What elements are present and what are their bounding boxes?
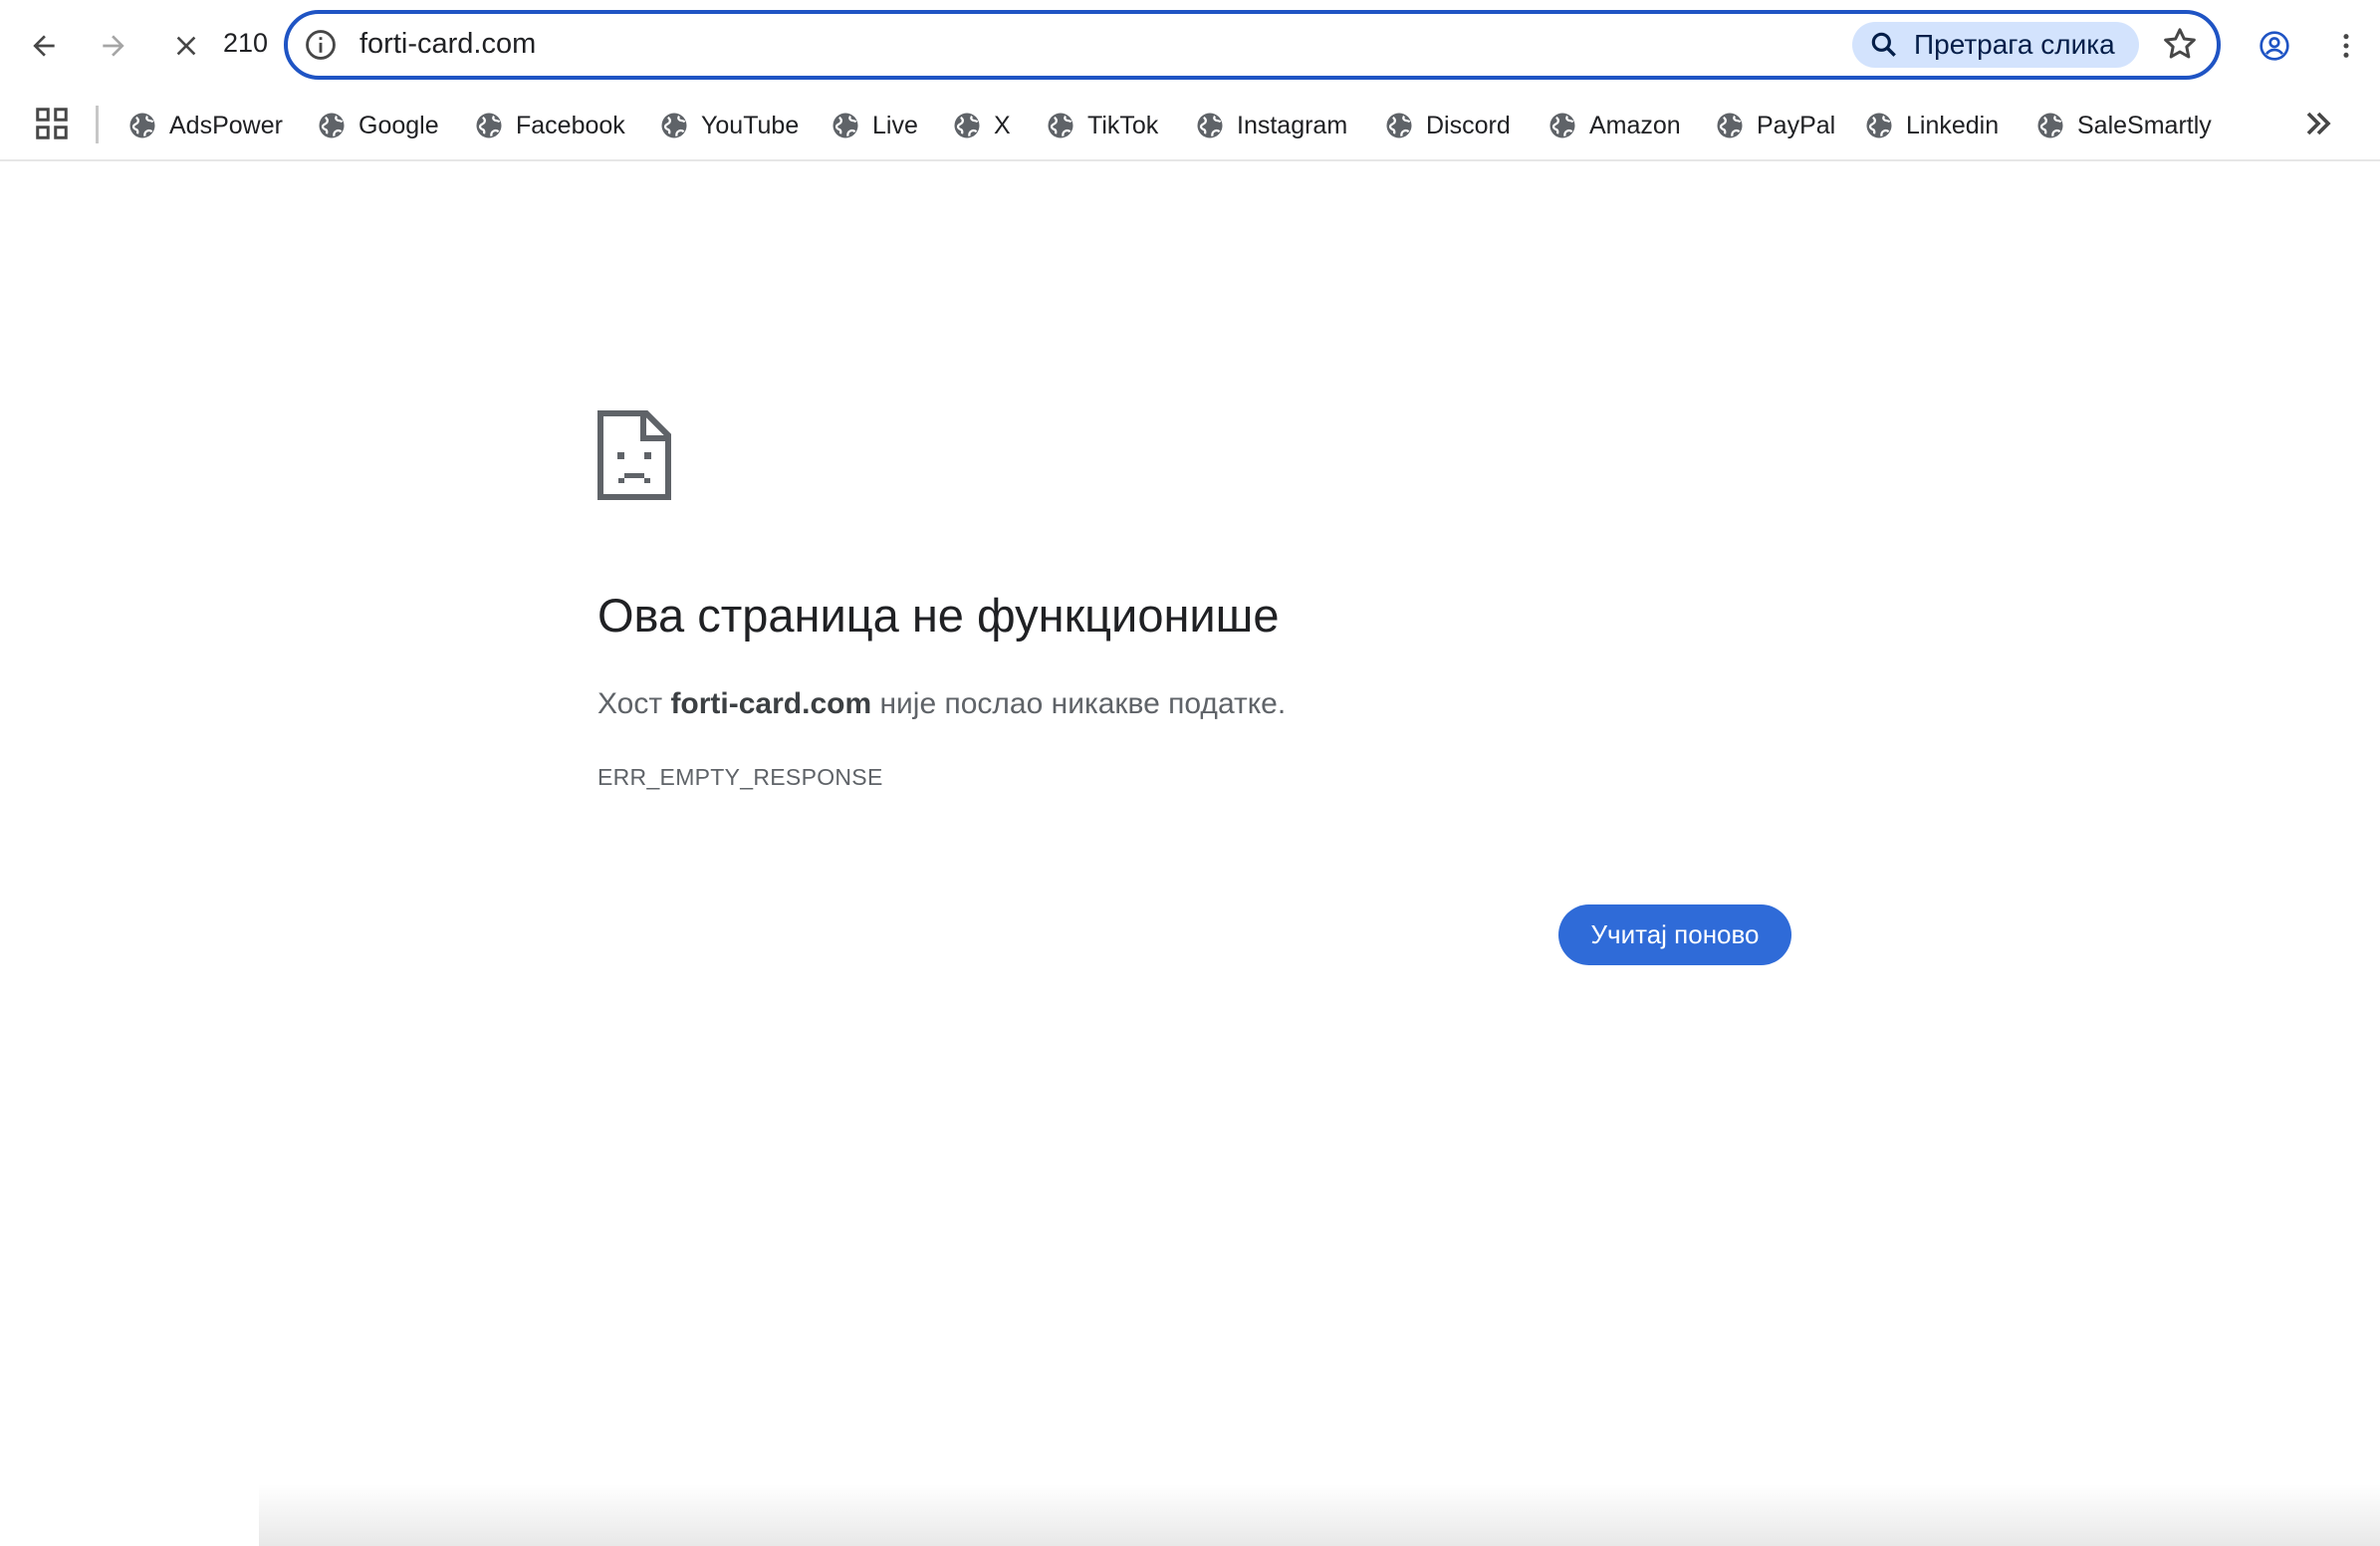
- globe-icon: [661, 113, 687, 138]
- address-bar[interactable]: forti-card.com Претрага слика: [284, 10, 2221, 80]
- bookmark-google[interactable]: Google: [317, 104, 439, 147]
- url-text[interactable]: forti-card.com: [359, 28, 536, 61]
- bookmark-linkedin[interactable]: Linkedin: [1864, 104, 1999, 147]
- image-search-label: Претрага слика: [1914, 29, 2115, 60]
- info-icon[interactable]: [304, 28, 338, 62]
- bookmarks-separator: [96, 106, 99, 143]
- error-host: forti-card.com: [670, 687, 872, 720]
- bookmark-instagram[interactable]: Instagram: [1195, 104, 1347, 147]
- bookmark-tiktok[interactable]: TikTok: [1046, 104, 1158, 147]
- globe-icon: [476, 113, 502, 138]
- sad-page-icon: [597, 410, 671, 500]
- bookmark-x[interactable]: X: [952, 104, 1011, 147]
- bookmark-live[interactable]: Live: [831, 104, 918, 147]
- bookmark-amazon[interactable]: Amazon: [1547, 104, 1681, 147]
- arrow-right-icon: [103, 35, 124, 57]
- globe-icon: [319, 113, 345, 138]
- bookmark-label: Live: [872, 111, 918, 139]
- zoom-level: 210: [223, 28, 269, 58]
- star-icon[interactable]: [2160, 24, 2200, 64]
- bookmark-label: YouTube: [701, 111, 800, 139]
- globe-icon: [129, 113, 155, 138]
- bookmark-label: Linkedin: [1906, 111, 2000, 139]
- bookmark-paypal[interactable]: PayPal: [1715, 104, 1835, 147]
- bookmark-label: AdsPower: [169, 111, 283, 139]
- error-description: Хост forti-card.com није послао никакве …: [597, 687, 1286, 721]
- globe-icon: [1048, 113, 1073, 138]
- account-icon: [2260, 31, 2289, 61]
- image-search-chip[interactable]: Претрага слика: [1852, 22, 2139, 68]
- close-icon: [176, 36, 196, 56]
- globe-icon: [1866, 113, 1892, 138]
- reload-button[interactable]: Учитај поново: [1558, 904, 1791, 965]
- bookmark-label: PayPal: [1757, 111, 1836, 139]
- bookmark-adspower[interactable]: AdsPower: [127, 104, 283, 147]
- back-button[interactable]: [14, 16, 74, 76]
- error-code: ERR_EMPTY_RESPONSE: [597, 764, 883, 790]
- bookmark-facebook[interactable]: Facebook: [474, 104, 625, 147]
- error-title: Ова страница не функционише: [597, 589, 1280, 642]
- stop-loading-button[interactable]: [156, 16, 216, 76]
- bookmark-label: Facebook: [516, 111, 625, 139]
- globe-icon: [1197, 113, 1223, 138]
- globe-icon: [833, 113, 858, 138]
- search-icon: [1871, 32, 1896, 57]
- arrow-left-icon: [33, 35, 55, 57]
- bookmark-label: Instagram: [1237, 111, 1348, 139]
- bookmark-label: TikTok: [1087, 111, 1159, 139]
- bookmark-discord[interactable]: Discord: [1384, 104, 1511, 147]
- bookmark-label: SaleSmartly: [2077, 111, 2212, 139]
- bookmark-label: Google: [358, 111, 439, 139]
- bookmark-label: Discord: [1426, 111, 1511, 139]
- bookmark-label: Amazon: [1589, 111, 1681, 139]
- forward-button[interactable]: [84, 16, 143, 76]
- error-desc-prefix: Хост: [597, 687, 671, 720]
- globe-icon: [2037, 113, 2063, 138]
- chevron-double-right-icon[interactable]: [2298, 104, 2338, 143]
- bookmark-salesmartly[interactable]: SaleSmartly: [2035, 104, 2212, 147]
- apps-grid-icon[interactable]: [34, 106, 70, 141]
- profile-button[interactable]: [2245, 16, 2304, 76]
- bookmarks-bar: AdsPower Google Facebook YouTube Live X …: [0, 92, 2380, 161]
- bottom-shadow-corner: [0, 1474, 259, 1546]
- kebab-menu-icon: [2343, 34, 2349, 58]
- error-desc-suffix: није послао никакве податке.: [871, 687, 1287, 720]
- globe-icon: [954, 113, 980, 138]
- globe-icon: [1717, 113, 1743, 138]
- globe-icon: [1386, 113, 1412, 138]
- browser-menu-button[interactable]: [2316, 16, 2376, 76]
- globe-icon: [1549, 113, 1575, 138]
- bookmark-label: X: [994, 111, 1011, 139]
- bottom-shadow: [0, 1484, 2380, 1546]
- bookmark-youtube[interactable]: YouTube: [659, 104, 799, 147]
- browser-toolbar: 210 forti-card.com Претрага слика: [0, 0, 2380, 92]
